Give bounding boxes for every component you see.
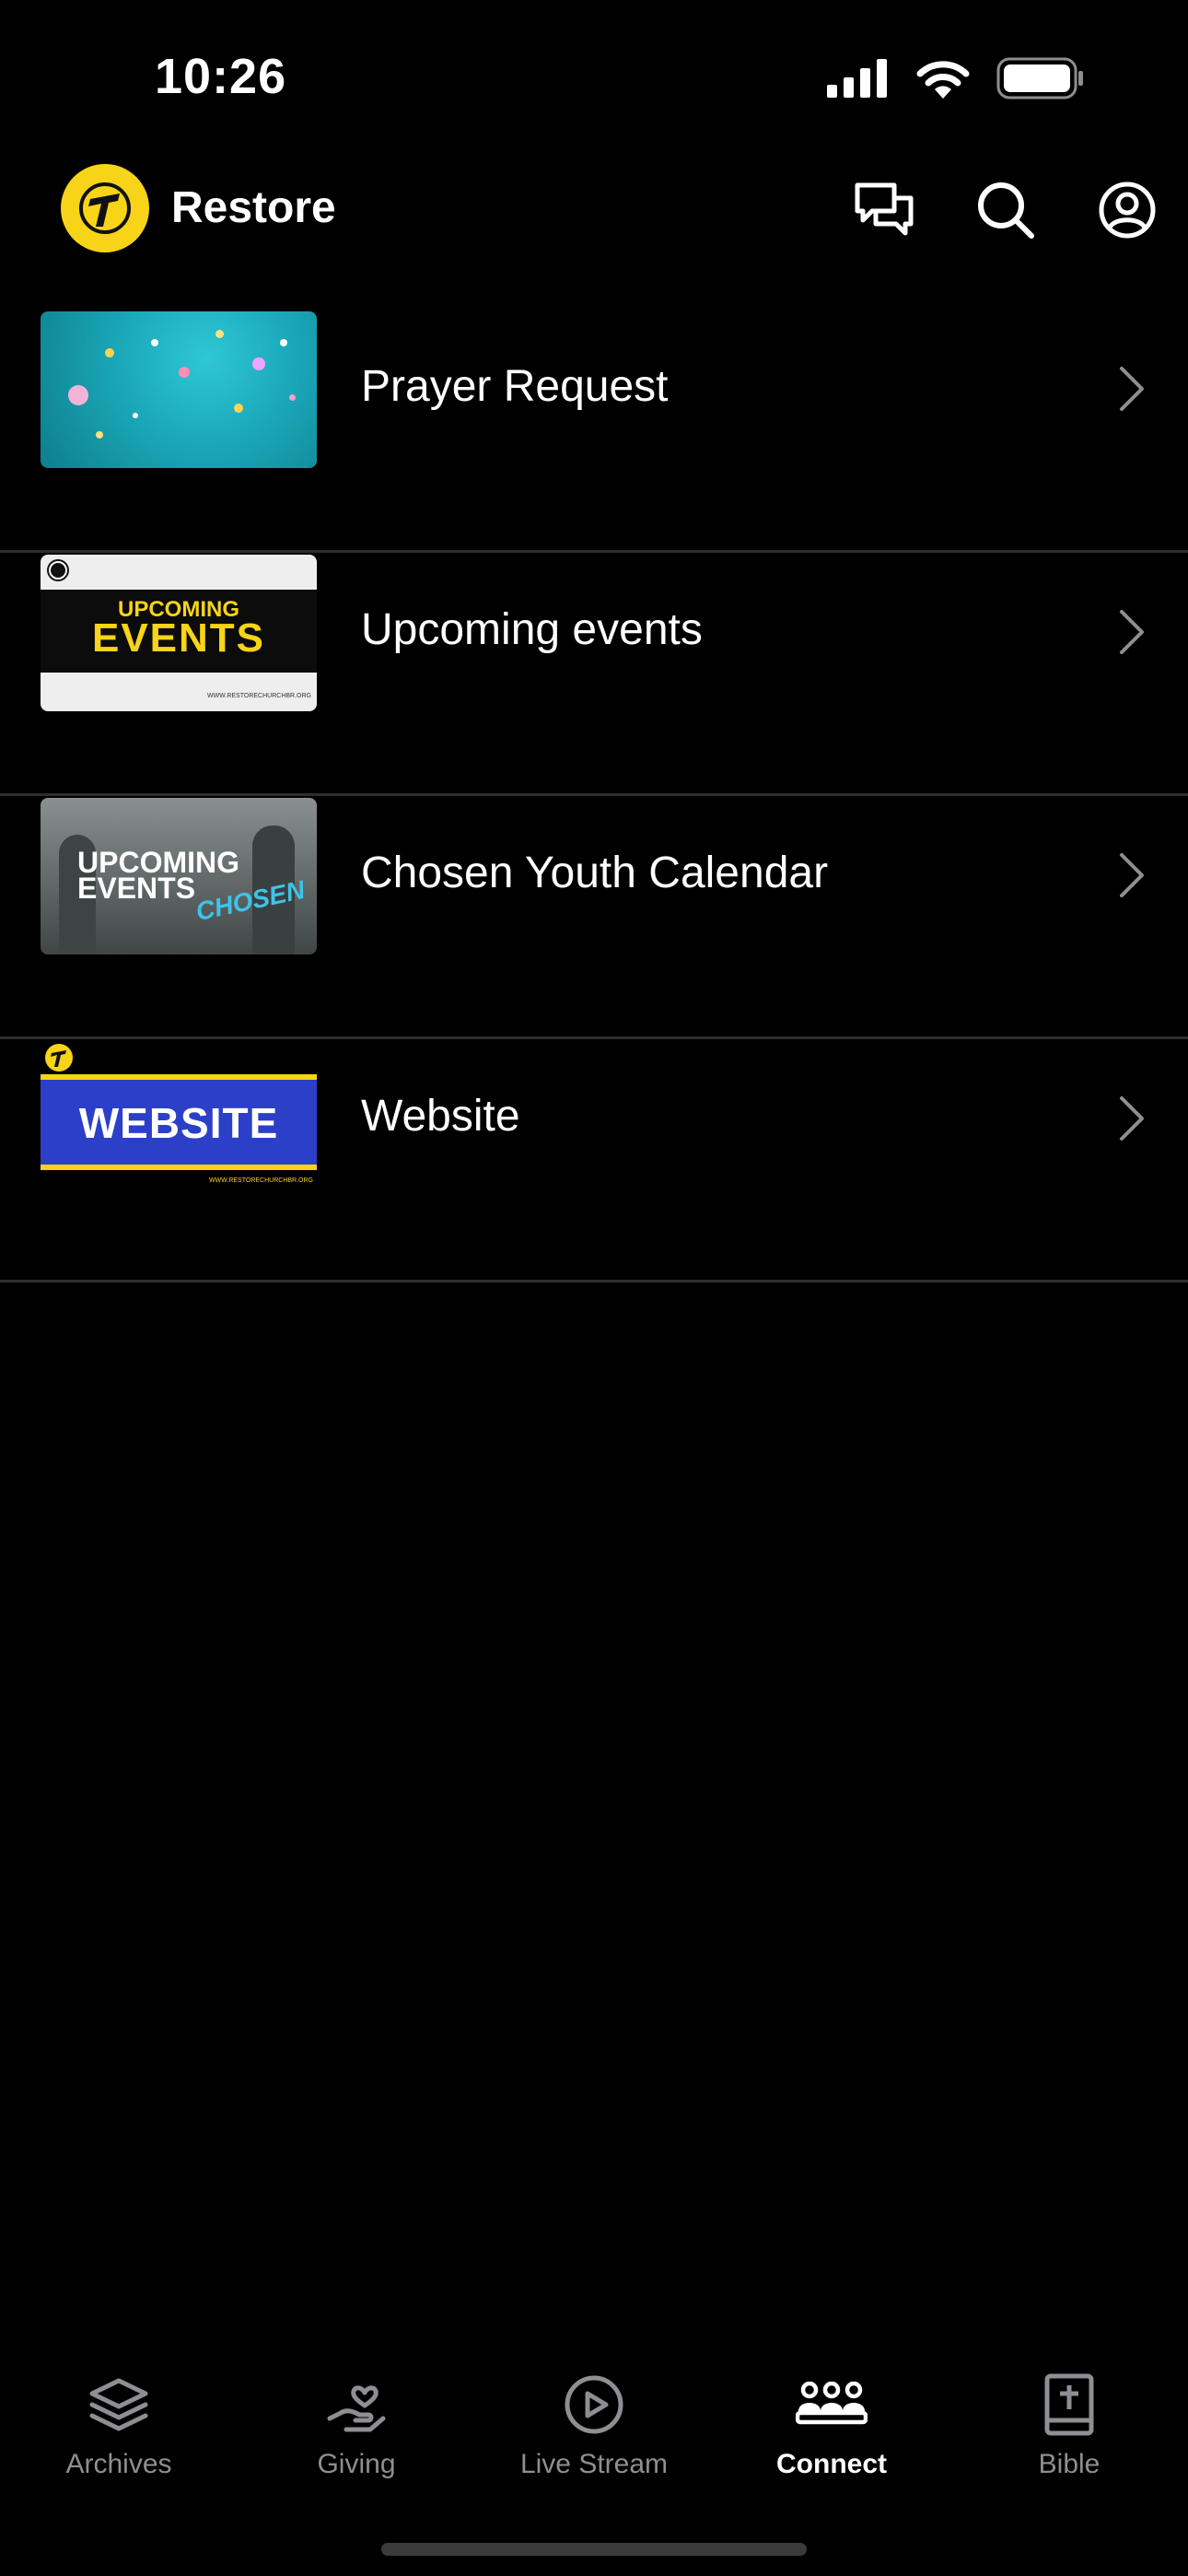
chevron-right-icon <box>1120 1096 1144 1141</box>
tab-connect[interactable]: Connect <box>713 2349 950 2497</box>
status-icons <box>827 57 1085 100</box>
tab-bible[interactable]: Bible <box>950 2349 1188 2497</box>
list-item-label: Website <box>361 1092 520 1141</box>
layers-icon <box>89 2378 148 2431</box>
chosen-youth-thumbnail: UPCOMING EVENTS CHOSEN <box>41 798 317 954</box>
search-button[interactable] <box>945 157 1066 263</box>
thumb-url: WWW.RESTORECHURCHBR.ORG <box>208 1177 313 1184</box>
profile-button[interactable] <box>1066 157 1188 263</box>
list-item-upcoming-events[interactable]: UPCOMING EVENTS WWW.RESTORECHURCHBR.ORG … <box>0 553 1188 796</box>
website-thumbnail: WEBSITE WWW.RESTORECHURCHBR.ORG <box>41 1041 317 1198</box>
status-bar: 10:26 <box>0 0 1188 157</box>
wifi-icon <box>916 61 970 99</box>
app-header: Restore <box>0 157 1188 313</box>
prayer-request-thumbnail <box>41 311 317 468</box>
heart-hand-icon <box>327 2385 386 2432</box>
list-item-chosen-youth-calendar[interactable]: UPCOMING EVENTS CHOSEN Chosen Youth Cale… <box>0 796 1188 1039</box>
bible-icon <box>1044 2373 1094 2436</box>
list-item-prayer-request[interactable]: Prayer Request <box>0 310 1188 553</box>
tab-live-stream[interactable]: Live Stream <box>475 2349 713 2497</box>
search-icon <box>978 182 1034 239</box>
restore-logo-icon <box>79 182 131 234</box>
messages-button[interactable] <box>823 157 945 263</box>
chevron-right-icon <box>1120 367 1144 411</box>
header-actions <box>823 157 1188 263</box>
list-item-label: Upcoming events <box>361 605 703 654</box>
chevron-right-icon <box>1120 853 1144 897</box>
logo-badge-icon <box>45 1044 73 1071</box>
list-item-label: Prayer Request <box>361 362 669 411</box>
thumb-url: WWW.RESTORECHURCHBR.ORG <box>206 693 311 699</box>
tab-label: Giving <box>317 2449 396 2479</box>
app-title: Restore <box>171 183 336 232</box>
tab-label: Live Stream <box>519 2449 669 2479</box>
chat-bubbles-icon <box>855 182 914 236</box>
tab-label: Connect <box>776 2449 887 2479</box>
tab-archives[interactable]: Archives <box>0 2349 238 2497</box>
app-logo[interactable] <box>61 164 149 252</box>
people-icon <box>796 2382 868 2425</box>
thumb-text-line2: EVENTS <box>91 615 266 661</box>
thumb-text-line1: WEBSITE <box>78 1099 279 1147</box>
connect-list: Prayer Request UPCOMING EVENTS WWW.RESTO… <box>0 310 1188 1282</box>
cellular-signal-icon <box>827 59 887 98</box>
tab-label: Archives <box>65 2449 172 2479</box>
logo-badge-icon <box>47 559 69 581</box>
battery-icon <box>996 57 1083 100</box>
tab-label: Bible <box>1038 2449 1101 2479</box>
home-indicator[interactable] <box>381 2543 807 2556</box>
user-circle-icon <box>1099 181 1156 239</box>
list-item-website[interactable]: WEBSITE WWW.RESTORECHURCHBR.ORG Website <box>0 1039 1188 1282</box>
tab-bar: Archives Giving Live Stream Connect Bibl… <box>0 2349 1188 2497</box>
thumb-text-line2: EVENTS <box>77 872 196 905</box>
tab-giving[interactable]: Giving <box>238 2349 475 2497</box>
play-circle-icon <box>565 2375 623 2434</box>
list-item-label: Chosen Youth Calendar <box>361 849 829 897</box>
upcoming-events-thumbnail: UPCOMING EVENTS WWW.RESTORECHURCHBR.ORG <box>41 555 317 711</box>
status-time: 10:26 <box>155 49 287 104</box>
chevron-right-icon <box>1120 610 1144 654</box>
